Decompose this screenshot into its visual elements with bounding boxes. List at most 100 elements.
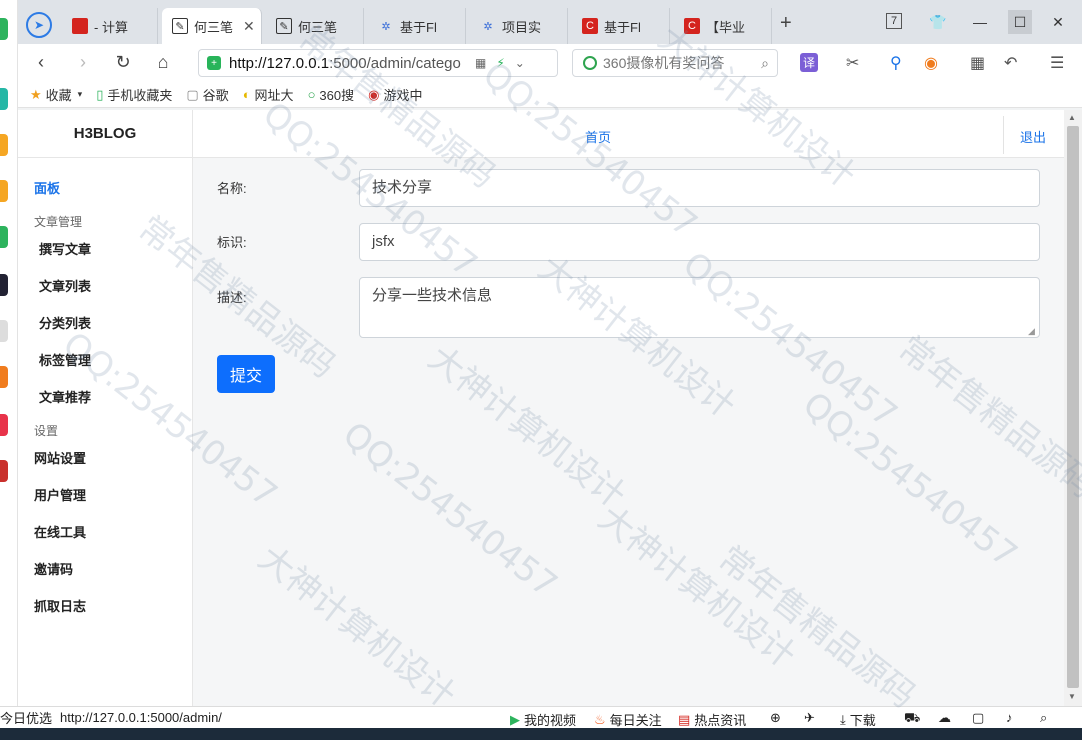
browser-logo-icon[interactable]: ➤ [26,12,52,38]
skin-icon[interactable]: 👕 [926,10,950,34]
sidebar-item-online-tools[interactable]: 在线工具 [18,514,192,551]
description-label: 描述: [217,290,247,305]
app-icon[interactable] [0,88,8,110]
tab-active[interactable]: ✎ 何三笔 ✕ [162,8,262,44]
app-icon[interactable] [0,320,8,342]
app-icon[interactable] [0,18,8,40]
site-icon [72,18,88,34]
app-icon[interactable] [0,134,8,156]
fire-icon: ♨ [594,711,606,727]
name-input[interactable]: 技术分享 [359,169,1040,207]
plus-circle-icon[interactable]: ⊕ [770,710,781,726]
download-button[interactable]: ⤓ 下载 [840,710,876,729]
logout-link[interactable]: 退出 [1020,127,1046,146]
app-icon[interactable] [0,226,8,248]
app-icon[interactable] [0,460,8,482]
volume-icon[interactable]: ♪ [1006,710,1013,725]
hot-news[interactable]: ▤ 热点资讯 [678,710,746,729]
translate-icon[interactable]: 译 [800,53,819,72]
apps-icon[interactable]: ▦ [970,53,985,73]
page-scrollbar[interactable]: ▲ ▼ [1064,110,1082,706]
site-brand[interactable]: H3BLOG [18,110,192,158]
bookmark-mobile[interactable]: ▯ 手机收藏夹 [96,85,172,104]
app-icon[interactable] [0,366,8,388]
bookmark-sites[interactable]: ◐ 网址大 [243,85,294,104]
reader-icon[interactable]: ▦ [475,56,486,70]
scissors-icon[interactable]: ✂ [846,53,859,73]
sidebar-item-users[interactable]: 用户管理 [18,477,192,514]
app-icon[interactable] [0,274,8,296]
sidebar-item-article-list[interactable]: 文章列表 [18,268,192,305]
page-viewport: H3BLOG 面板 文章管理 撰写文章 文章列表 分类列表 标签管理 文章推荐 … [18,110,1064,706]
resize-handle-icon[interactable]: ◢ [1028,326,1035,337]
tab-1[interactable]: - 计算 [62,8,158,44]
sidebar-item-category-list[interactable]: 分类列表 [18,305,192,342]
tab-3[interactable]: ✎ 何三笔 [266,8,364,44]
news-icon: ▤ [678,711,691,727]
tab-7[interactable]: C 【毕业 [674,8,772,44]
tab-5[interactable]: ✲ 项目实 [470,8,568,44]
phone-icon: ▯ [96,86,104,102]
url-field[interactable]: + http://127.0.0.1:5000/admin/catego ▦ ⚡… [198,49,558,77]
bookmarks-bar: ★ 收藏 ▾ ▯ 手机收藏夹 ▢ 谷歌 ◐ 网址大 ○ 360搜 ◉ 游戏中 [18,82,1082,108]
tab-4[interactable]: ✲ 基于Fl [368,8,466,44]
sidebar-item-site-settings[interactable]: 网站设置 [18,440,192,477]
bookmark-games[interactable]: ◉ 游戏中 [368,85,422,104]
scroll-up-icon[interactable]: ▲ [1068,113,1076,122]
daily-follow[interactable]: ♨ 每日关注 [594,710,662,729]
window-icon[interactable]: ▢ [972,710,984,726]
my-videos[interactable]: ▶ 我的视频 [510,710,576,729]
category-form: 名称: 技术分享 标识: jsfx 描述: 分享一些技术信息 ◢ 提交 [193,158,1064,706]
sidebar-item-invite-codes[interactable]: 邀请码 [18,551,192,588]
bookmark-google[interactable]: ▢ 谷歌 [186,85,228,104]
os-taskbar [0,728,1082,740]
slug-input[interactable]: jsfx [359,223,1040,261]
scroll-thumb[interactable] [1067,126,1079,688]
refresh-button[interactable]: ↻ [112,52,134,73]
cloud-icon[interactable]: ☁ [938,710,951,726]
undo-icon[interactable]: ↶ [1004,53,1017,73]
zoom-status-icon[interactable]: ⌕ [1040,710,1047,726]
speed-icon[interactable]: ⚡ [496,56,504,70]
sidebar-item-dashboard[interactable]: 面板 [18,170,192,207]
home-button[interactable]: ⌂ [152,52,174,73]
today-picks[interactable]: 今日优选 [0,708,52,727]
app-icon[interactable] [0,414,8,436]
tab-counter[interactable]: 7 [886,13,902,29]
bookmark-360search[interactable]: ○ 360搜 [308,85,355,104]
maximize-button[interactable]: ☐ [1008,10,1032,34]
submit-button[interactable]: 提交 [217,355,275,393]
name-label: 名称: [217,181,247,196]
rocket-icon[interactable]: ✈ [804,710,815,726]
bookmark-favorites[interactable]: ★ 收藏 ▾ [30,85,82,104]
minimize-button[interactable]: — [968,10,992,34]
new-tab-button[interactable]: + [780,12,792,35]
scroll-down-icon[interactable]: ▼ [1068,692,1076,701]
nav-home-link[interactable]: 首页 [585,127,611,146]
sidebar-item-tags[interactable]: 标签管理 [18,342,192,379]
zoom-icon[interactable]: ⚲ [890,53,902,73]
sidebar-item-recommend[interactable]: 文章推荐 [18,379,192,416]
description-textarea[interactable]: 分享一些技术信息 [359,277,1040,338]
game-icon[interactable]: ◉ [924,53,938,73]
dropdown-icon[interactable]: ⌄ [515,56,525,70]
star-icon: ★ [30,86,42,102]
sidebar-item-write-article[interactable]: 撰写文章 [18,231,192,268]
hover-url: http://127.0.0.1:5000/admin/ [60,710,222,725]
car-icon[interactable]: ⛟ [904,710,920,728]
menu-icon[interactable]: ☰ [1050,53,1064,73]
back-button[interactable]: ‹ [30,52,52,73]
sidebar-item-crawl-logs[interactable]: 抓取日志 [18,588,192,625]
forward-button[interactable]: › [72,52,94,73]
close-tab-icon[interactable]: ✕ [243,18,255,35]
secure-shield-icon: + [207,56,221,70]
tab-6[interactable]: C 基于Fl [572,8,670,44]
360-search-icon [583,56,597,70]
close-window-button[interactable]: ✕ [1046,10,1070,34]
search-input[interactable]: 360摄像机有奖问答 ⌕ [572,49,778,77]
tab-bar: ➤ - 计算 ✎ 何三笔 ✕ ✎ 何三笔 ✲ 基于Fl ✲ 项目实 C 基于Fl… [18,0,1082,44]
search-icon[interactable]: ⌕ [761,55,769,72]
csdn-icon: C [684,18,700,34]
address-bar: ‹ › ↻ ⌂ + http://127.0.0.1:5000/admin/ca… [18,44,1082,82]
app-icon[interactable] [0,180,8,202]
